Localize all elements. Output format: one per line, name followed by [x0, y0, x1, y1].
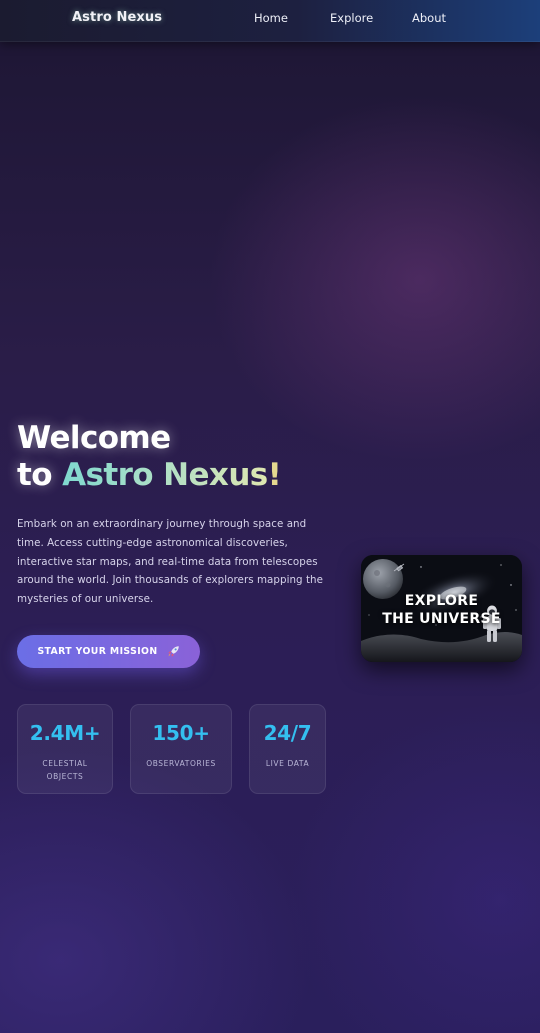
hero-description: Embark on an extraordinary journey throu…	[17, 518, 324, 606]
stat-label: CELESTIAL OBJECTS	[42, 759, 88, 781]
explore-card-line1: EXPLORE	[404, 593, 479, 609]
hero-title: Welcome to Astro Nexus!	[17, 420, 282, 494]
hero-title-line1: Welcome	[17, 420, 171, 456]
nav-link-explore[interactable]: Explore	[330, 11, 373, 25]
nav-link-about[interactable]: About	[412, 11, 446, 25]
start-mission-label: START YOUR MISSION	[37, 646, 158, 657]
start-mission-button[interactable]: START YOUR MISSION	[17, 635, 200, 668]
rocket-icon	[167, 645, 180, 658]
stat-card-celestial-objects: 2.4M+ CELESTIAL OBJECTS	[17, 704, 113, 794]
stat-value: 150+	[152, 721, 210, 745]
stat-value: 24/7	[263, 721, 312, 745]
explore-card-title: EXPLORE THE UNIVERSE	[361, 592, 522, 628]
hero-title-suffix: !	[267, 457, 282, 493]
hero-title-line2: to Astro Nexus!	[17, 457, 282, 494]
stat-card-observatories: 150+ OBSERVATORIES	[130, 704, 232, 794]
navbar: Astro Nexus Home Explore About	[0, 0, 540, 42]
stat-label: LIVE DATA	[265, 759, 310, 768]
explore-universe-card[interactable]: EXPLORE THE UNIVERSE	[361, 555, 522, 662]
stat-label: OBSERVATORIES	[146, 759, 216, 768]
hero-title-highlight: Astro Nexus	[62, 457, 268, 493]
brand-logo[interactable]: Astro Nexus	[72, 10, 162, 25]
stat-card-live-data: 24/7 LIVE DATA	[249, 704, 326, 794]
stat-value: 2.4M+	[29, 721, 101, 745]
nav-link-home[interactable]: Home	[254, 11, 288, 25]
explore-card-line2: THE UNIVERSE	[382, 611, 501, 627]
hero-title-prefix: to	[17, 457, 63, 493]
